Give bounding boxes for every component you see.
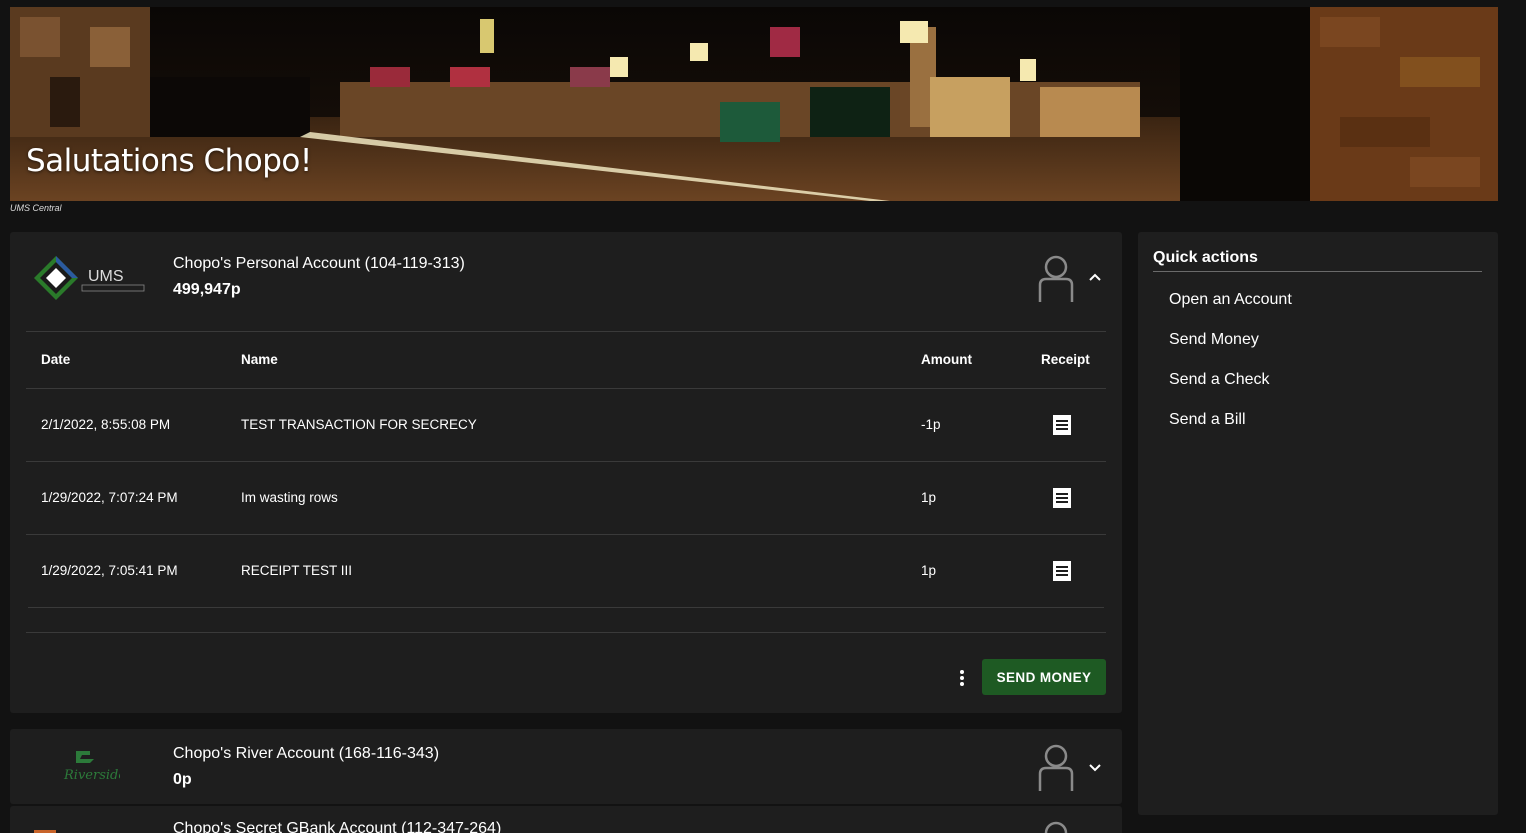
account-owner-icon — [1038, 255, 1074, 302]
divider — [26, 632, 1106, 633]
banner-image: Salutations Chopo! — [10, 7, 1498, 201]
divider — [26, 331, 1106, 332]
transaction-name: Im wasting rows — [241, 490, 338, 505]
column-header-date[interactable]: Date — [41, 352, 70, 367]
divider — [26, 534, 1106, 535]
quick-action-open-account[interactable]: Open an Account — [1169, 291, 1292, 309]
receipt-icon[interactable] — [1053, 488, 1071, 508]
divider — [26, 461, 1106, 462]
riverside-logo: Riverside — [63, 751, 120, 783]
svg-text:Riverside: Riverside — [63, 768, 120, 783]
account-card-gbank[interactable]: Chopo's Secret GBank Account (112-347-26… — [10, 806, 1122, 833]
account-name: Chopo's River Account (168-116-343) — [173, 745, 440, 762]
account-card-river[interactable]: Riverside Chopo's River Account (168-116… — [10, 729, 1122, 804]
transaction-amount: -1p — [921, 417, 941, 432]
account-card-personal: UMS Chopo's Personal Account (104-119-31… — [10, 232, 1122, 713]
quick-actions-panel: Quick actions Open an Account Send Money… — [1138, 232, 1498, 815]
transaction-amount: 1p — [921, 563, 937, 578]
quick-action-send-check[interactable]: Send a Check — [1169, 371, 1270, 389]
send-money-button[interactable]: SEND MONEY — [982, 659, 1106, 695]
receipt-icon[interactable] — [1053, 561, 1071, 581]
transaction-date: 2/1/2022, 8:55:08 PM — [41, 417, 171, 432]
account-balance: 499,947p — [173, 281, 241, 298]
account-balance: 0p — [173, 771, 192, 788]
more-options-icon[interactable] — [958, 669, 966, 687]
divider — [1153, 271, 1482, 272]
transaction-name: TEST TRANSACTION FOR SECRECY — [241, 417, 477, 432]
ums-bank-logo: UMS — [34, 256, 145, 300]
account-name: Chopo's Secret GBank Account (112-347-26… — [173, 820, 502, 833]
account-owner-icon — [1044, 821, 1068, 833]
account-owner-icon — [1038, 744, 1074, 791]
quick-action-send-money[interactable]: Send Money — [1169, 331, 1259, 349]
account-name: Chopo's Personal Account (104-119-313) — [173, 255, 465, 272]
chevron-down-icon[interactable] — [1088, 762, 1102, 772]
divider — [28, 607, 1104, 608]
receipt-icon[interactable] — [1053, 415, 1071, 435]
column-header-amount[interactable]: Amount — [921, 352, 972, 367]
account-header[interactable]: UMS Chopo's Personal Account (104-119-31… — [10, 232, 1122, 331]
divider — [26, 388, 1106, 389]
transaction-date: 1/29/2022, 7:07:24 PM — [41, 490, 178, 505]
chevron-up-icon[interactable] — [1088, 272, 1102, 282]
quick-action-send-bill[interactable]: Send a Bill — [1169, 411, 1246, 429]
quick-actions-title: Quick actions — [1153, 249, 1258, 266]
welcome-title: Salutations Chopo! — [26, 143, 312, 179]
banner-caption: UMS Central — [10, 203, 62, 213]
svg-text:UMS: UMS — [88, 268, 124, 285]
transaction-amount: 1p — [921, 490, 937, 505]
transaction-date: 1/29/2022, 7:05:41 PM — [41, 563, 178, 578]
column-header-receipt[interactable]: Receipt — [1041, 352, 1090, 367]
column-header-name[interactable]: Name — [241, 352, 278, 367]
transaction-name: RECEIPT TEST III — [241, 563, 353, 578]
